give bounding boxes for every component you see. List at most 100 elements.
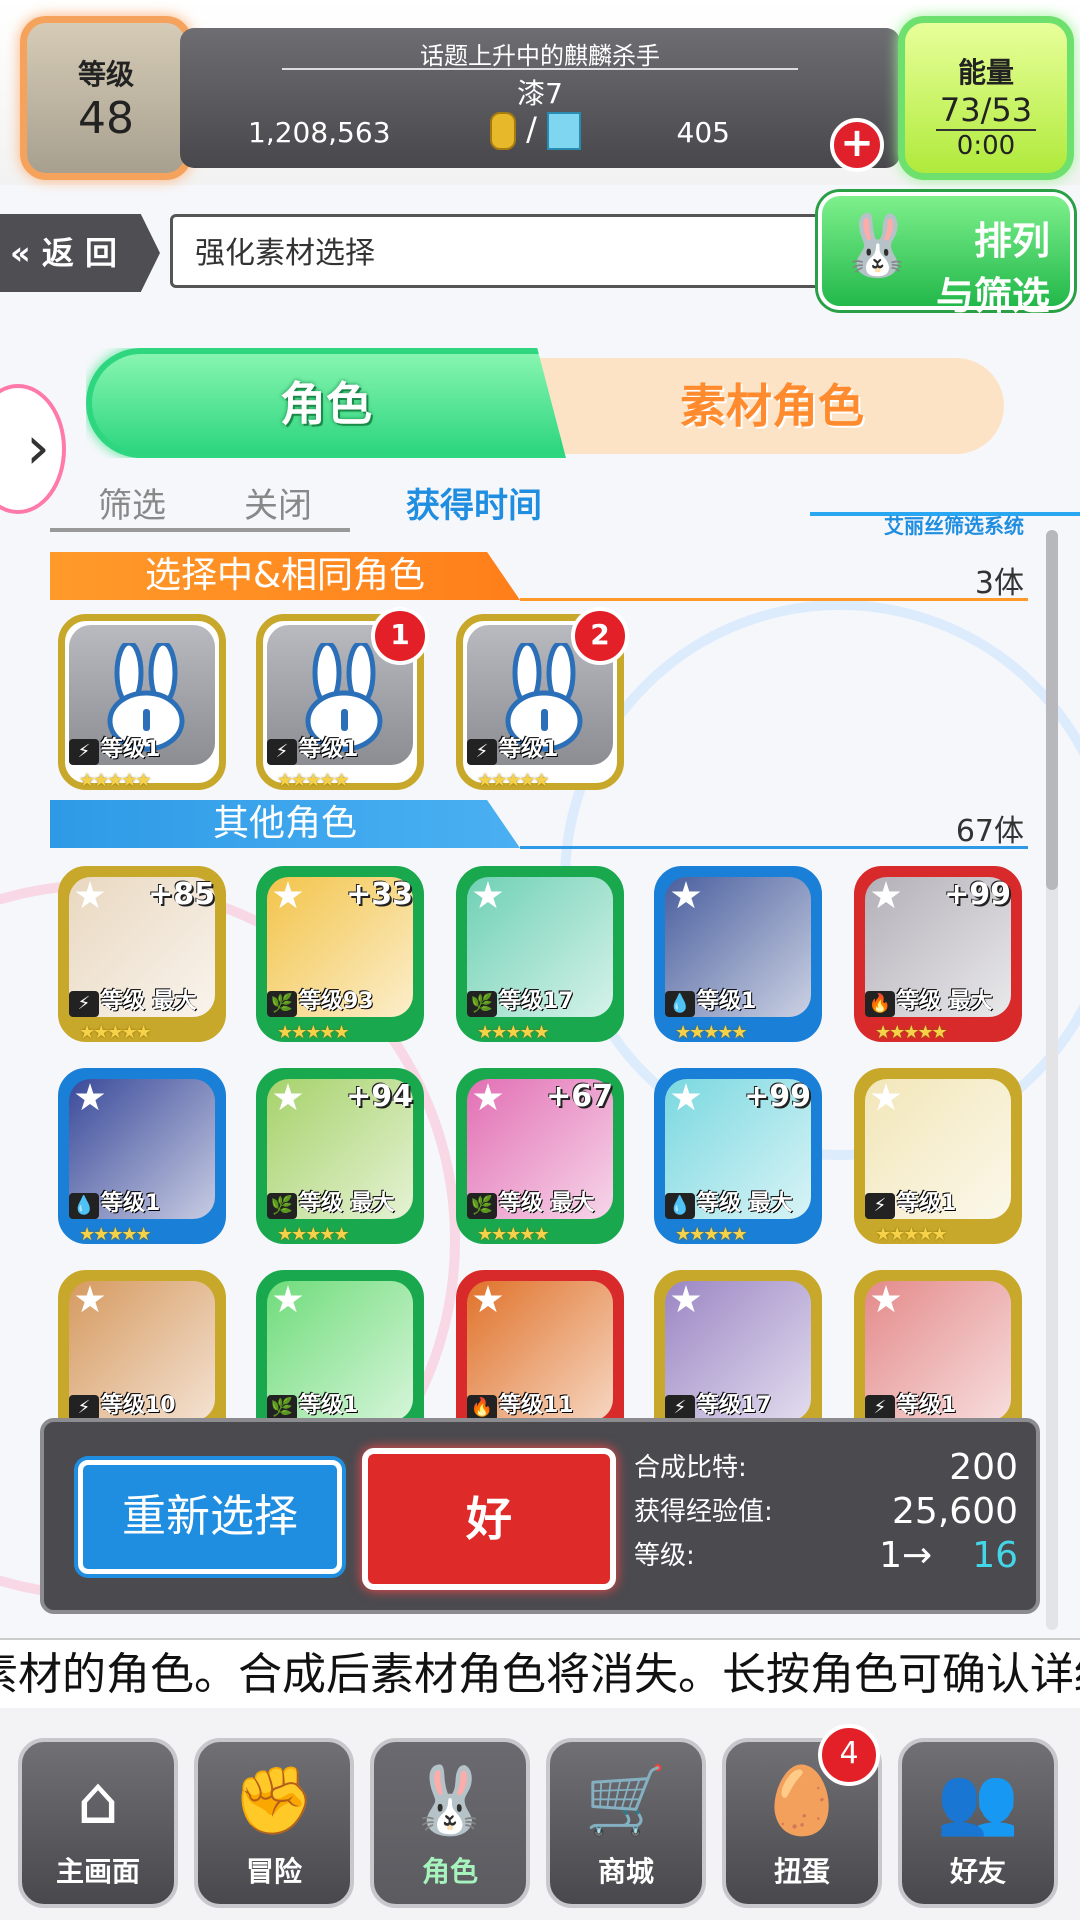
reselect-button[interactable]: 重新选择 <box>78 1460 342 1574</box>
nav-rabbit[interactable]: 🐰 角色 <box>370 1738 530 1908</box>
character-card[interactable]: +99 🔥 等级 最大 ★★★★★ <box>854 866 1022 1043</box>
enhance-stats: 合成比特: 200 获得经验值: 25,600 等级: 1→ 16 <box>634 1446 1024 1578</box>
element-icon: ⚡ <box>865 1193 895 1219</box>
card-level: 等级1 <box>897 1393 957 1418</box>
plus-value: +33 <box>346 877 413 912</box>
nav-cart[interactable]: 🛒 商城 <box>546 1738 706 1908</box>
character-card[interactable]: 🌿 等级17 ★★★★★ <box>456 866 624 1043</box>
filter-label[interactable]: 筛选 <box>98 478 166 527</box>
section-count: 3体 <box>974 566 1024 601</box>
level-value: 48 <box>78 93 134 144</box>
card-stars: ★★★★★ <box>277 1224 350 1245</box>
exp-label: 获得经验值: <box>634 1497 773 1527</box>
selected-character-card[interactable]: ⚡ 等级1 ★★★★★ 1 <box>256 607 429 791</box>
card-level: 等级1 <box>101 1191 161 1216</box>
chevron-right-icon: › <box>26 413 50 483</box>
gold-amount: 1,208,563 <box>248 116 391 149</box>
divider <box>520 598 1028 601</box>
buy-gems-button[interactable]: + <box>830 118 884 172</box>
bits-value: 200 <box>949 1447 1018 1488</box>
scrollbar-thumb[interactable] <box>1046 530 1058 890</box>
character-card[interactable]: ⚡等级1 ★★★★★ <box>854 1068 1022 1245</box>
divider <box>50 528 350 532</box>
element-icon: 💧 <box>665 991 695 1017</box>
status-header: 等级 48 话题上升中的麒麟杀手 漆7 1,208,563 / 405 + 能量… <box>0 0 1080 185</box>
card-level: 等级93 <box>299 989 374 1014</box>
exp-row: 获得经验值: 25,600 <box>634 1490 1024 1534</box>
card-level: 等级1 <box>299 1393 359 1418</box>
back-button[interactable]: « 返 回 <box>0 214 160 292</box>
element-icon: 🔥 <box>865 991 895 1017</box>
character-card[interactable]: +85 ⚡ 等级 最大 ★★★★★ <box>58 866 226 1043</box>
character-card[interactable]: +67 🌿 等级 最大 ★★★★★ <box>456 1068 624 1245</box>
sort-filter-button[interactable]: 🐰 排列 与筛选 <box>818 192 1074 318</box>
card-level: 等级1 <box>101 737 161 762</box>
back-label: 返 回 <box>41 234 117 272</box>
divider <box>282 68 798 70</box>
bottom-nav: ⌂ 主画面 ✊ 冒险 🐰 角色 🛒 商城 🥚 扭蛋 4 👥 好友 <box>0 1708 1080 1920</box>
character-card[interactable]: 💧 等级1 ★★★★★ <box>58 1068 226 1245</box>
card-level: 等级1 <box>897 1191 957 1216</box>
divider <box>520 846 1028 849</box>
card-level: 等级 最大 <box>697 1191 793 1216</box>
card-level: 等级17 <box>697 1393 772 1418</box>
card-level: 等级 最大 <box>897 989 993 1014</box>
coin-icon <box>490 112 516 150</box>
gem-amount: 405 <box>676 116 730 149</box>
other-section-header: 其他角色 67体 <box>50 800 1028 852</box>
element-icon: ⚡ <box>69 739 99 765</box>
element-icon: 🌿 <box>467 1193 497 1219</box>
character-card[interactable]: 💧 等级1 ★★★★★ <box>654 866 822 1043</box>
card-level: 等级1 <box>499 737 559 762</box>
home-icon: ⌂ <box>77 1762 119 1839</box>
section-title: 其他角色 <box>50 800 520 848</box>
character-card[interactable]: +33 🌿 等级93 ★★★★★ <box>256 866 424 1043</box>
tab-material-characters[interactable]: 素材角色 <box>540 358 1004 454</box>
hint-text: 素材的角色。合成后素材角色将消失。长按角色可确认详细 <box>0 1649 1080 1700</box>
element-icon: 🌿 <box>267 991 297 1017</box>
card-level: 等级 最大 <box>299 1191 395 1216</box>
card-stars: ★★★★★ <box>875 1022 948 1043</box>
hint-marquee: 素材的角色。合成后素材角色将消失。长按角色可确认详细 <box>0 1638 1080 1712</box>
sort-order-label[interactable]: 获得时间 <box>406 478 542 527</box>
card-stars: ★★★★★ <box>79 1022 152 1043</box>
selected-character-card[interactable]: ⚡ 等级1 ★★★★★ <box>58 614 226 791</box>
selection-order-badge: 2 <box>571 607 629 665</box>
player-name: 漆7 <box>517 77 563 110</box>
nav-egg[interactable]: 🥚 扭蛋 4 <box>722 1724 882 1908</box>
selected-character-card[interactable]: ⚡ 等级1 ★★★★★ 2 <box>456 607 629 791</box>
player-level-box: 等级 48 <box>20 16 192 180</box>
ok-button[interactable]: 好 <box>362 1448 616 1590</box>
filter-state[interactable]: 关闭 <box>244 478 312 527</box>
nav-friends[interactable]: 👥 好友 <box>898 1738 1058 1908</box>
bits-row: 合成比特: 200 <box>634 1446 1024 1490</box>
tab-characters[interactable]: 角色 <box>86 348 566 458</box>
scrollbar[interactable] <box>1046 530 1058 1630</box>
player-title: 话题上升中的麒麟杀手 <box>420 42 660 70</box>
character-card[interactable]: +99 💧 等级 最大 ★★★★★ <box>654 1068 822 1245</box>
plus-value: +85 <box>148 877 215 912</box>
bits-label: 合成比特: <box>634 1453 747 1483</box>
card-level: 等级17 <box>499 989 574 1014</box>
level-to: 16 <box>972 1535 1018 1576</box>
level-change-label: 等级: <box>634 1541 695 1571</box>
currency-separator: / <box>526 110 537 148</box>
page-title: 强化素材选择 <box>170 214 930 288</box>
nav-handshake[interactable]: ✊ 冒险 <box>194 1738 354 1908</box>
element-icon: ⚡ <box>69 991 99 1017</box>
player-info-bar: 话题上升中的麒麟杀手 漆7 1,208,563 / 405 <box>180 28 900 168</box>
card-level: 等级 最大 <box>499 1191 595 1216</box>
plus-value: +67 <box>546 1079 613 1114</box>
element-icon: ⚡ <box>267 739 297 765</box>
nav-label: 扭蛋 <box>773 1855 830 1888</box>
section-count: 67体 <box>955 814 1024 849</box>
nav-home[interactable]: ⌂ 主画面 <box>18 1738 178 1908</box>
energy-box[interactable]: 能量 73/53 0:00 <box>898 16 1074 180</box>
handshake-icon: ✊ <box>232 1762 316 1839</box>
energy-value: 73/53 <box>935 91 1037 131</box>
character-card[interactable]: +94 🌿 等级 最大 ★★★★★ <box>256 1068 424 1245</box>
element-icon: ⚡ <box>467 739 497 765</box>
energy-timer: 0:00 <box>956 131 1016 161</box>
back-chevron-icon: « <box>10 234 31 272</box>
element-icon: 🌿 <box>267 1193 297 1219</box>
